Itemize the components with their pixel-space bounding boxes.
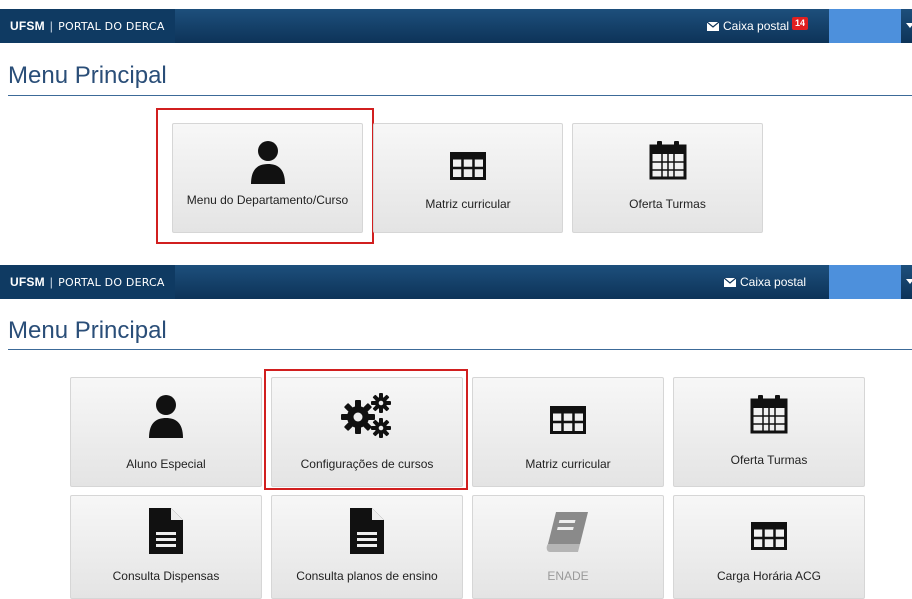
tile-label: Matriz curricular [525, 457, 611, 471]
top-navbar: UFSM | PORTAL DO DERCA Caixa postal 14 [0, 9, 912, 43]
tile-consulta-planos-de-ensino[interactable]: Consulta planos de ensino [271, 495, 463, 599]
tile-label: Menu do Departamento/Curso [186, 193, 349, 207]
title-divider [8, 95, 912, 96]
page-title: Menu Principal [8, 317, 167, 344]
brand-separator: | [49, 275, 54, 289]
brand-ufsm: UFSM [10, 275, 45, 289]
mailbox-label: Caixa postal [740, 275, 807, 289]
document-icon [350, 504, 384, 554]
chevron-down-icon[interactable] [906, 23, 912, 28]
book-icon [546, 504, 590, 554]
brand[interactable]: UFSM | PORTAL DO DERCA [0, 9, 175, 43]
tile-configuracoes-de-cursos[interactable]: Configurações de cursos [271, 377, 463, 487]
brand-portal-text: PORTAL DO DERCA [58, 19, 165, 33]
gears-icon [340, 390, 394, 438]
tile-enade[interactable]: ENADE [472, 495, 664, 599]
tile-oferta-turmas[interactable]: Oferta Turmas [673, 377, 865, 487]
document-icon [149, 504, 183, 554]
table-grid-icon [751, 510, 787, 550]
brand-portal-text: PORTAL DO DERCA [58, 275, 165, 289]
brand-ufsm: UFSM [10, 19, 45, 33]
tile-menu-departamento-curso[interactable]: Menu do Departamento/Curso [172, 123, 363, 233]
tile-label: Consulta planos de ensino [296, 569, 438, 583]
user-menu[interactable] [829, 9, 901, 43]
title-divider [8, 349, 912, 350]
tile-matriz-curricular[interactable]: Matriz curricular [472, 377, 664, 487]
chevron-down-icon[interactable] [906, 279, 912, 284]
envelope-icon [707, 21, 719, 31]
brand-separator: | [49, 19, 54, 33]
brand[interactable]: UFSM | PORTAL DO DERCA [0, 265, 175, 299]
tile-label: Configurações de cursos [300, 457, 434, 471]
envelope-icon [724, 277, 736, 287]
mailbox-count-badge: 14 [792, 16, 809, 30]
tile-label: Consulta Dispensas [112, 569, 220, 583]
tile-label: Aluno Especial [126, 457, 206, 471]
tile-label: Matriz curricular [425, 197, 511, 211]
table-grid-icon [450, 140, 486, 180]
tile-oferta-turmas[interactable]: Oferta Turmas [572, 123, 763, 233]
tile-carga-horaria-acg[interactable]: Carga Horária ACG [673, 495, 865, 599]
tile-aluno-especial[interactable]: Aluno Especial [70, 377, 262, 487]
page-title: Menu Principal [8, 62, 167, 89]
user-icon [249, 136, 287, 184]
tile-label: ENADE [547, 569, 589, 583]
table-grid-icon [550, 394, 586, 434]
tile-consulta-dispensas[interactable]: Consulta Dispensas [70, 495, 262, 599]
calendar-icon [750, 388, 788, 434]
tile-label: Oferta Turmas [730, 453, 808, 467]
user-icon [147, 390, 185, 438]
mailbox-label: Caixa postal [723, 19, 790, 33]
tile-matriz-curricular[interactable]: Matriz curricular [373, 123, 563, 233]
calendar-icon [649, 134, 687, 180]
tile-label: Carga Horária ACG [716, 569, 822, 583]
mailbox-link[interactable]: Caixa postal [724, 265, 806, 299]
user-menu[interactable] [829, 265, 901, 299]
tile-label: Oferta Turmas [629, 197, 706, 211]
mailbox-link[interactable]: Caixa postal 14 [707, 9, 809, 43]
bottom-navbar: UFSM | PORTAL DO DERCA Caixa postal [0, 265, 912, 299]
